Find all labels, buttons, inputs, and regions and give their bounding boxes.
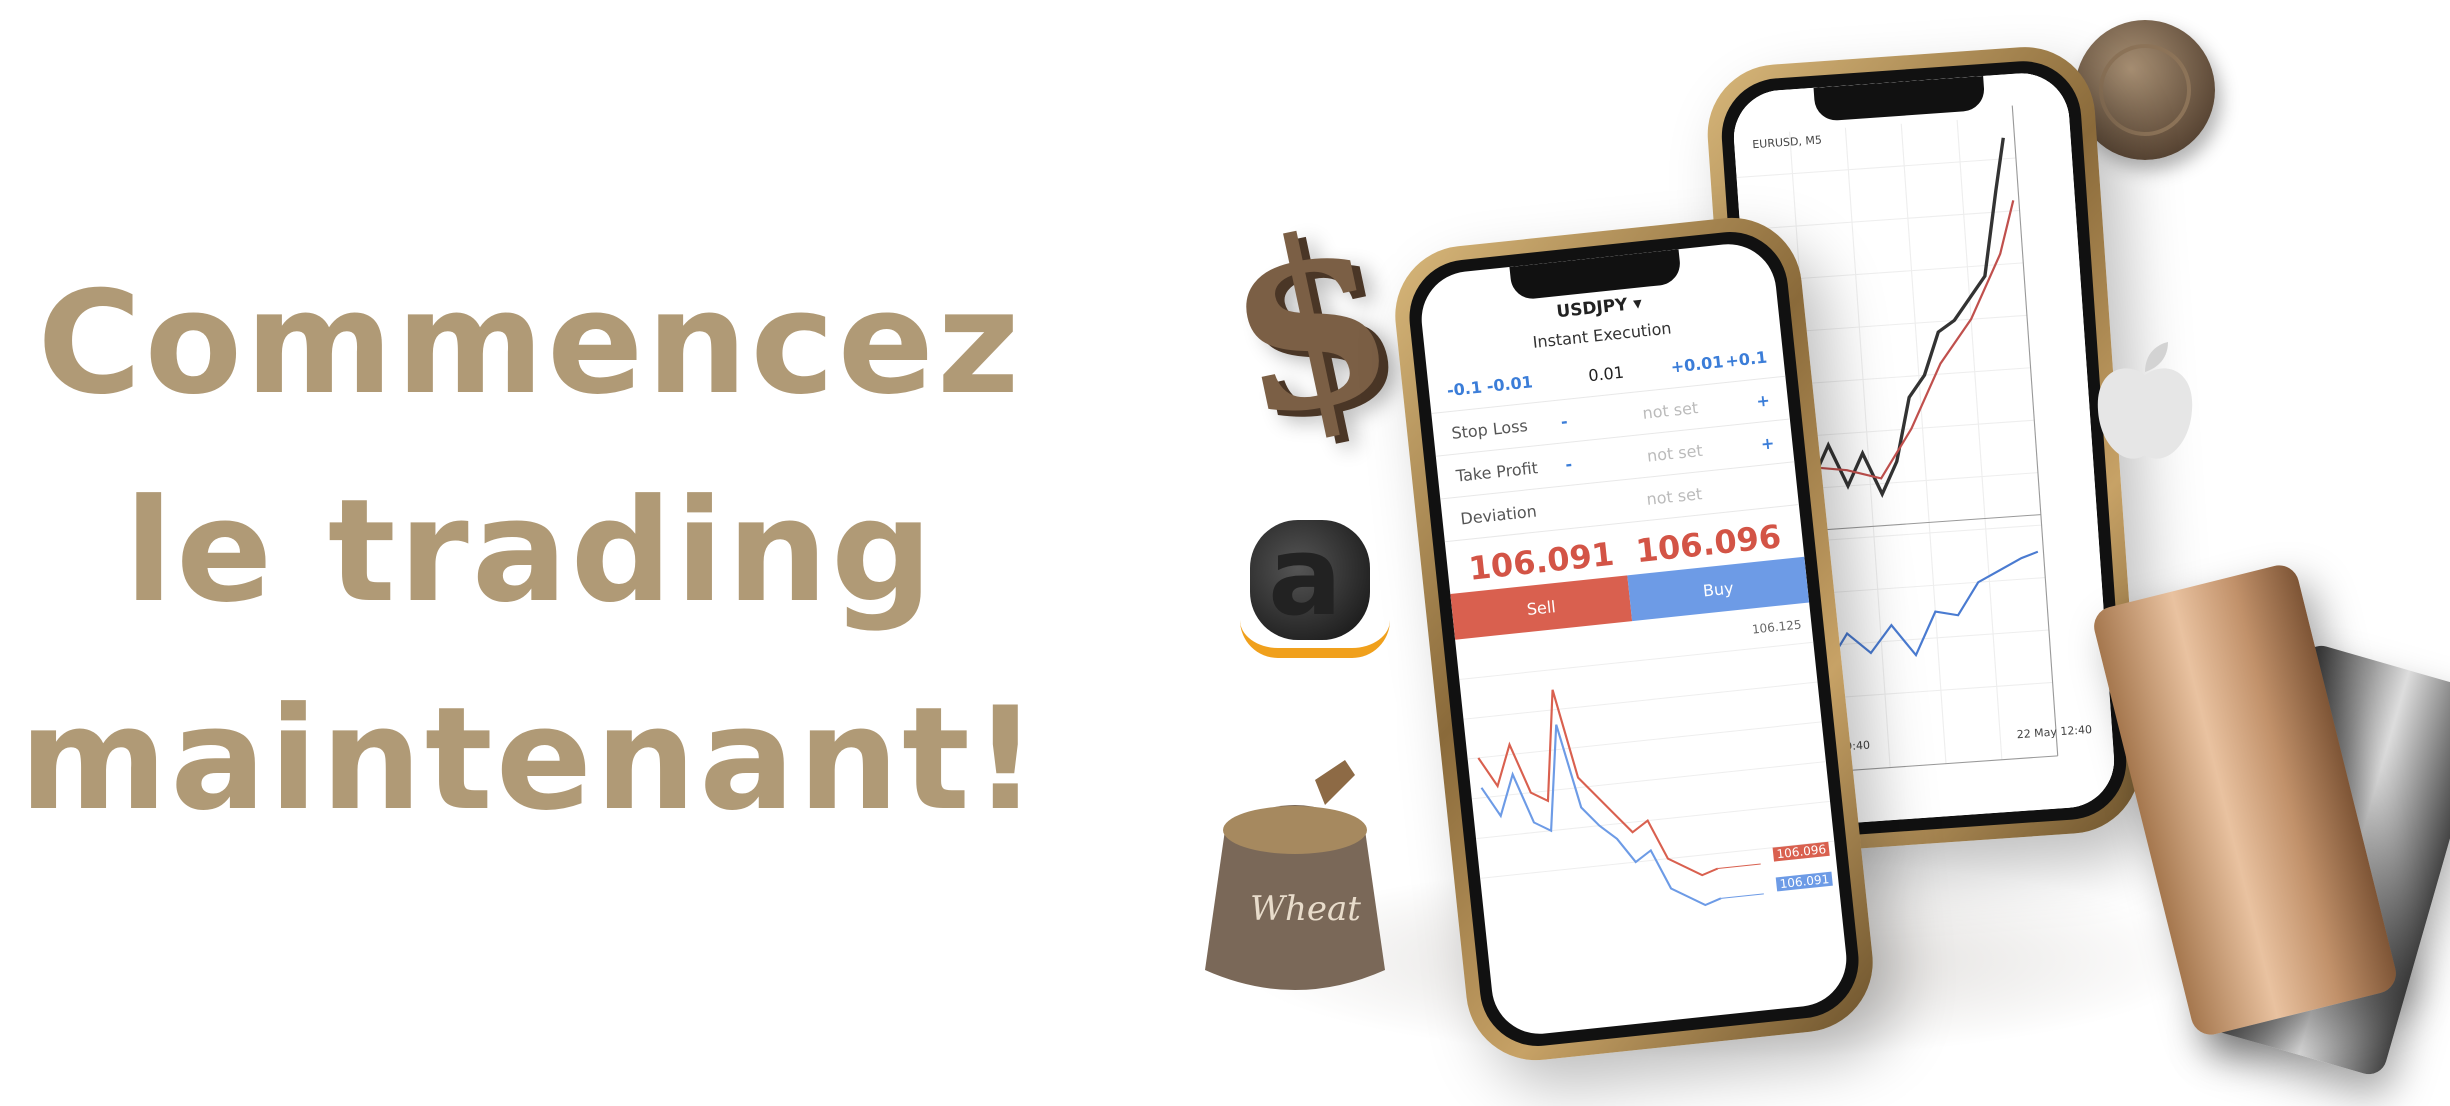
- headline-line-1: Commencez: [37, 261, 1023, 426]
- hero-illustration: EURUSD, M5 22 May 09:40 22 May 12:40 $ a…: [1190, 0, 2450, 1106]
- headline-line-3: maintenant!: [19, 677, 1041, 842]
- volume-plus-01-button[interactable]: +0.1: [1724, 347, 1768, 370]
- headline-line-2: le trading: [124, 469, 936, 634]
- take-profit-input[interactable]: not set: [1594, 435, 1755, 471]
- take-profit-plus-button[interactable]: +: [1753, 433, 1775, 454]
- apple-logo-icon: [2097, 342, 2193, 459]
- front-phone: USDJPY ▾ Instant Execution -0.1 -0.01 0.…: [1388, 210, 1880, 1068]
- deviation-label: Deviation: [1459, 501, 1538, 528]
- volume-minus-01-button[interactable]: -0.1: [1446, 377, 1488, 400]
- bid-line: [1480, 724, 1722, 907]
- volume-minus-001-button[interactable]: -0.01: [1486, 371, 1543, 396]
- svg-text:Wheat: Wheat: [1250, 889, 1361, 929]
- wheat-sack-icon: Wheat: [1205, 760, 1385, 990]
- amazon-logo-icon: a: [1240, 512, 1390, 658]
- stop-loss-input[interactable]: not set: [1590, 392, 1751, 428]
- volume-value[interactable]: 0.01: [1540, 357, 1671, 389]
- volume-plus-001-button[interactable]: +0.01: [1670, 351, 1727, 376]
- stop-loss-label: Stop Loss: [1450, 415, 1529, 443]
- headline: Commencez le trading maintenant!: [0, 240, 1060, 864]
- stop-loss-plus-button[interactable]: +: [1749, 390, 1770, 411]
- take-profit-label: Take Profit: [1454, 457, 1539, 486]
- dollar-sign-icon: $: [1203, 176, 1417, 474]
- take-profit-minus-button[interactable]: -: [1564, 452, 1596, 474]
- stop-loss-minus-button[interactable]: -: [1560, 409, 1592, 431]
- tick-chart: 106.125 106.096 106.091: [1455, 602, 1844, 967]
